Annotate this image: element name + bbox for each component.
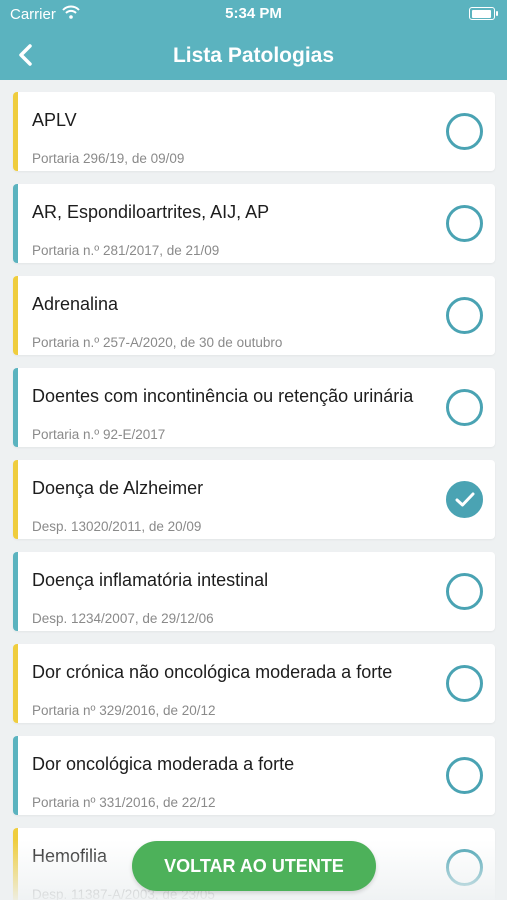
unchecked-circle-icon[interactable] xyxy=(446,205,483,242)
list-item[interactable]: Adrenalina Portaria n.º 257-A/2020, de 30… xyxy=(13,276,495,355)
accent-bar xyxy=(13,644,18,723)
accent-bar xyxy=(13,92,18,171)
unchecked-circle-icon[interactable] xyxy=(446,113,483,150)
list-item[interactable]: Doença de Alzheimer Desp. 13020/2011, de … xyxy=(13,460,495,539)
navigation-bar: Lista Patologias xyxy=(0,30,507,80)
pathology-name: Doença de Alzheimer xyxy=(32,478,204,498)
list-item[interactable]: Dor crónica não oncológica moderada a fo… xyxy=(13,644,495,723)
accent-bar xyxy=(13,276,18,355)
checked-circle-icon[interactable] xyxy=(446,481,483,518)
pathology-reference: Portaria nº 329/2016, de 20/12 xyxy=(32,703,216,718)
pathology-reference: Desp. 1234/2007, de 29/12/06 xyxy=(32,611,214,626)
unchecked-circle-icon[interactable] xyxy=(446,389,483,426)
unchecked-circle-icon[interactable] xyxy=(446,665,483,702)
pathology-reference: Portaria n.º 92-E/2017 xyxy=(32,427,166,442)
pathology-reference: Desp. 13020/2011, de 20/09 xyxy=(32,519,202,534)
pathology-name: Dor oncológica moderada a forte xyxy=(32,754,295,774)
pathology-name: Doença inflamatória intestinal xyxy=(32,570,269,590)
unchecked-circle-icon[interactable] xyxy=(446,849,483,886)
back-to-patient-button[interactable]: VOLTAR AO UTENTE xyxy=(132,841,376,891)
list-item[interactable]: Doença inflamatória intestinal Desp. 1234… xyxy=(13,552,495,631)
pathology-name: APLV xyxy=(32,110,77,130)
pathology-reference: Portaria n.º 257-A/2020, de 30 de outubr… xyxy=(32,335,283,350)
list-item[interactable]: Doentes com incontinência ou retenção ur… xyxy=(13,368,495,447)
pathology-name: Doentes com incontinência ou retenção ur… xyxy=(32,386,414,406)
page-title: Lista Patologias xyxy=(172,44,335,67)
accent-bar xyxy=(13,552,18,631)
pathology-name: AR, Espondiloartrites, AIJ, AP xyxy=(32,202,270,222)
pathology-reference: Portaria 296/19, de 09/09 xyxy=(32,151,185,166)
accent-bar xyxy=(13,184,18,263)
pathology-reference: Portaria n.º 281/2017, de 21/09 xyxy=(32,243,220,258)
accent-bar xyxy=(13,368,18,447)
accent-bar xyxy=(13,828,18,900)
unchecked-circle-icon[interactable] xyxy=(446,573,483,610)
pathology-reference: Portaria nº 331/2016, de 22/12 xyxy=(32,795,216,810)
accent-bar xyxy=(13,460,18,539)
accent-bar xyxy=(13,736,18,815)
list-item[interactable]: AR, Espondiloartrites, AIJ, AP Portaria n… xyxy=(13,184,495,263)
pathology-name: Hemofilia xyxy=(32,846,108,866)
pathology-list[interactable]: APLV Portaria 296/19, de 09/09 AR, Espondi… xyxy=(0,80,507,900)
list-item[interactable]: Dor oncológica moderada a forte Portaria … xyxy=(13,736,495,815)
list-item[interactable]: APLV Portaria 296/19, de 09/09 xyxy=(13,92,495,171)
clock: 5:34 PM xyxy=(225,5,282,22)
unchecked-circle-icon[interactable] xyxy=(446,297,483,334)
pathology-name: Adrenalina xyxy=(32,294,119,314)
unchecked-circle-icon[interactable] xyxy=(446,757,483,794)
pathology-name: Dor crónica não oncológica moderada a fo… xyxy=(32,662,393,682)
battery-icon xyxy=(469,7,498,20)
status-bar: Carrier 5:34 PM xyxy=(0,0,507,30)
